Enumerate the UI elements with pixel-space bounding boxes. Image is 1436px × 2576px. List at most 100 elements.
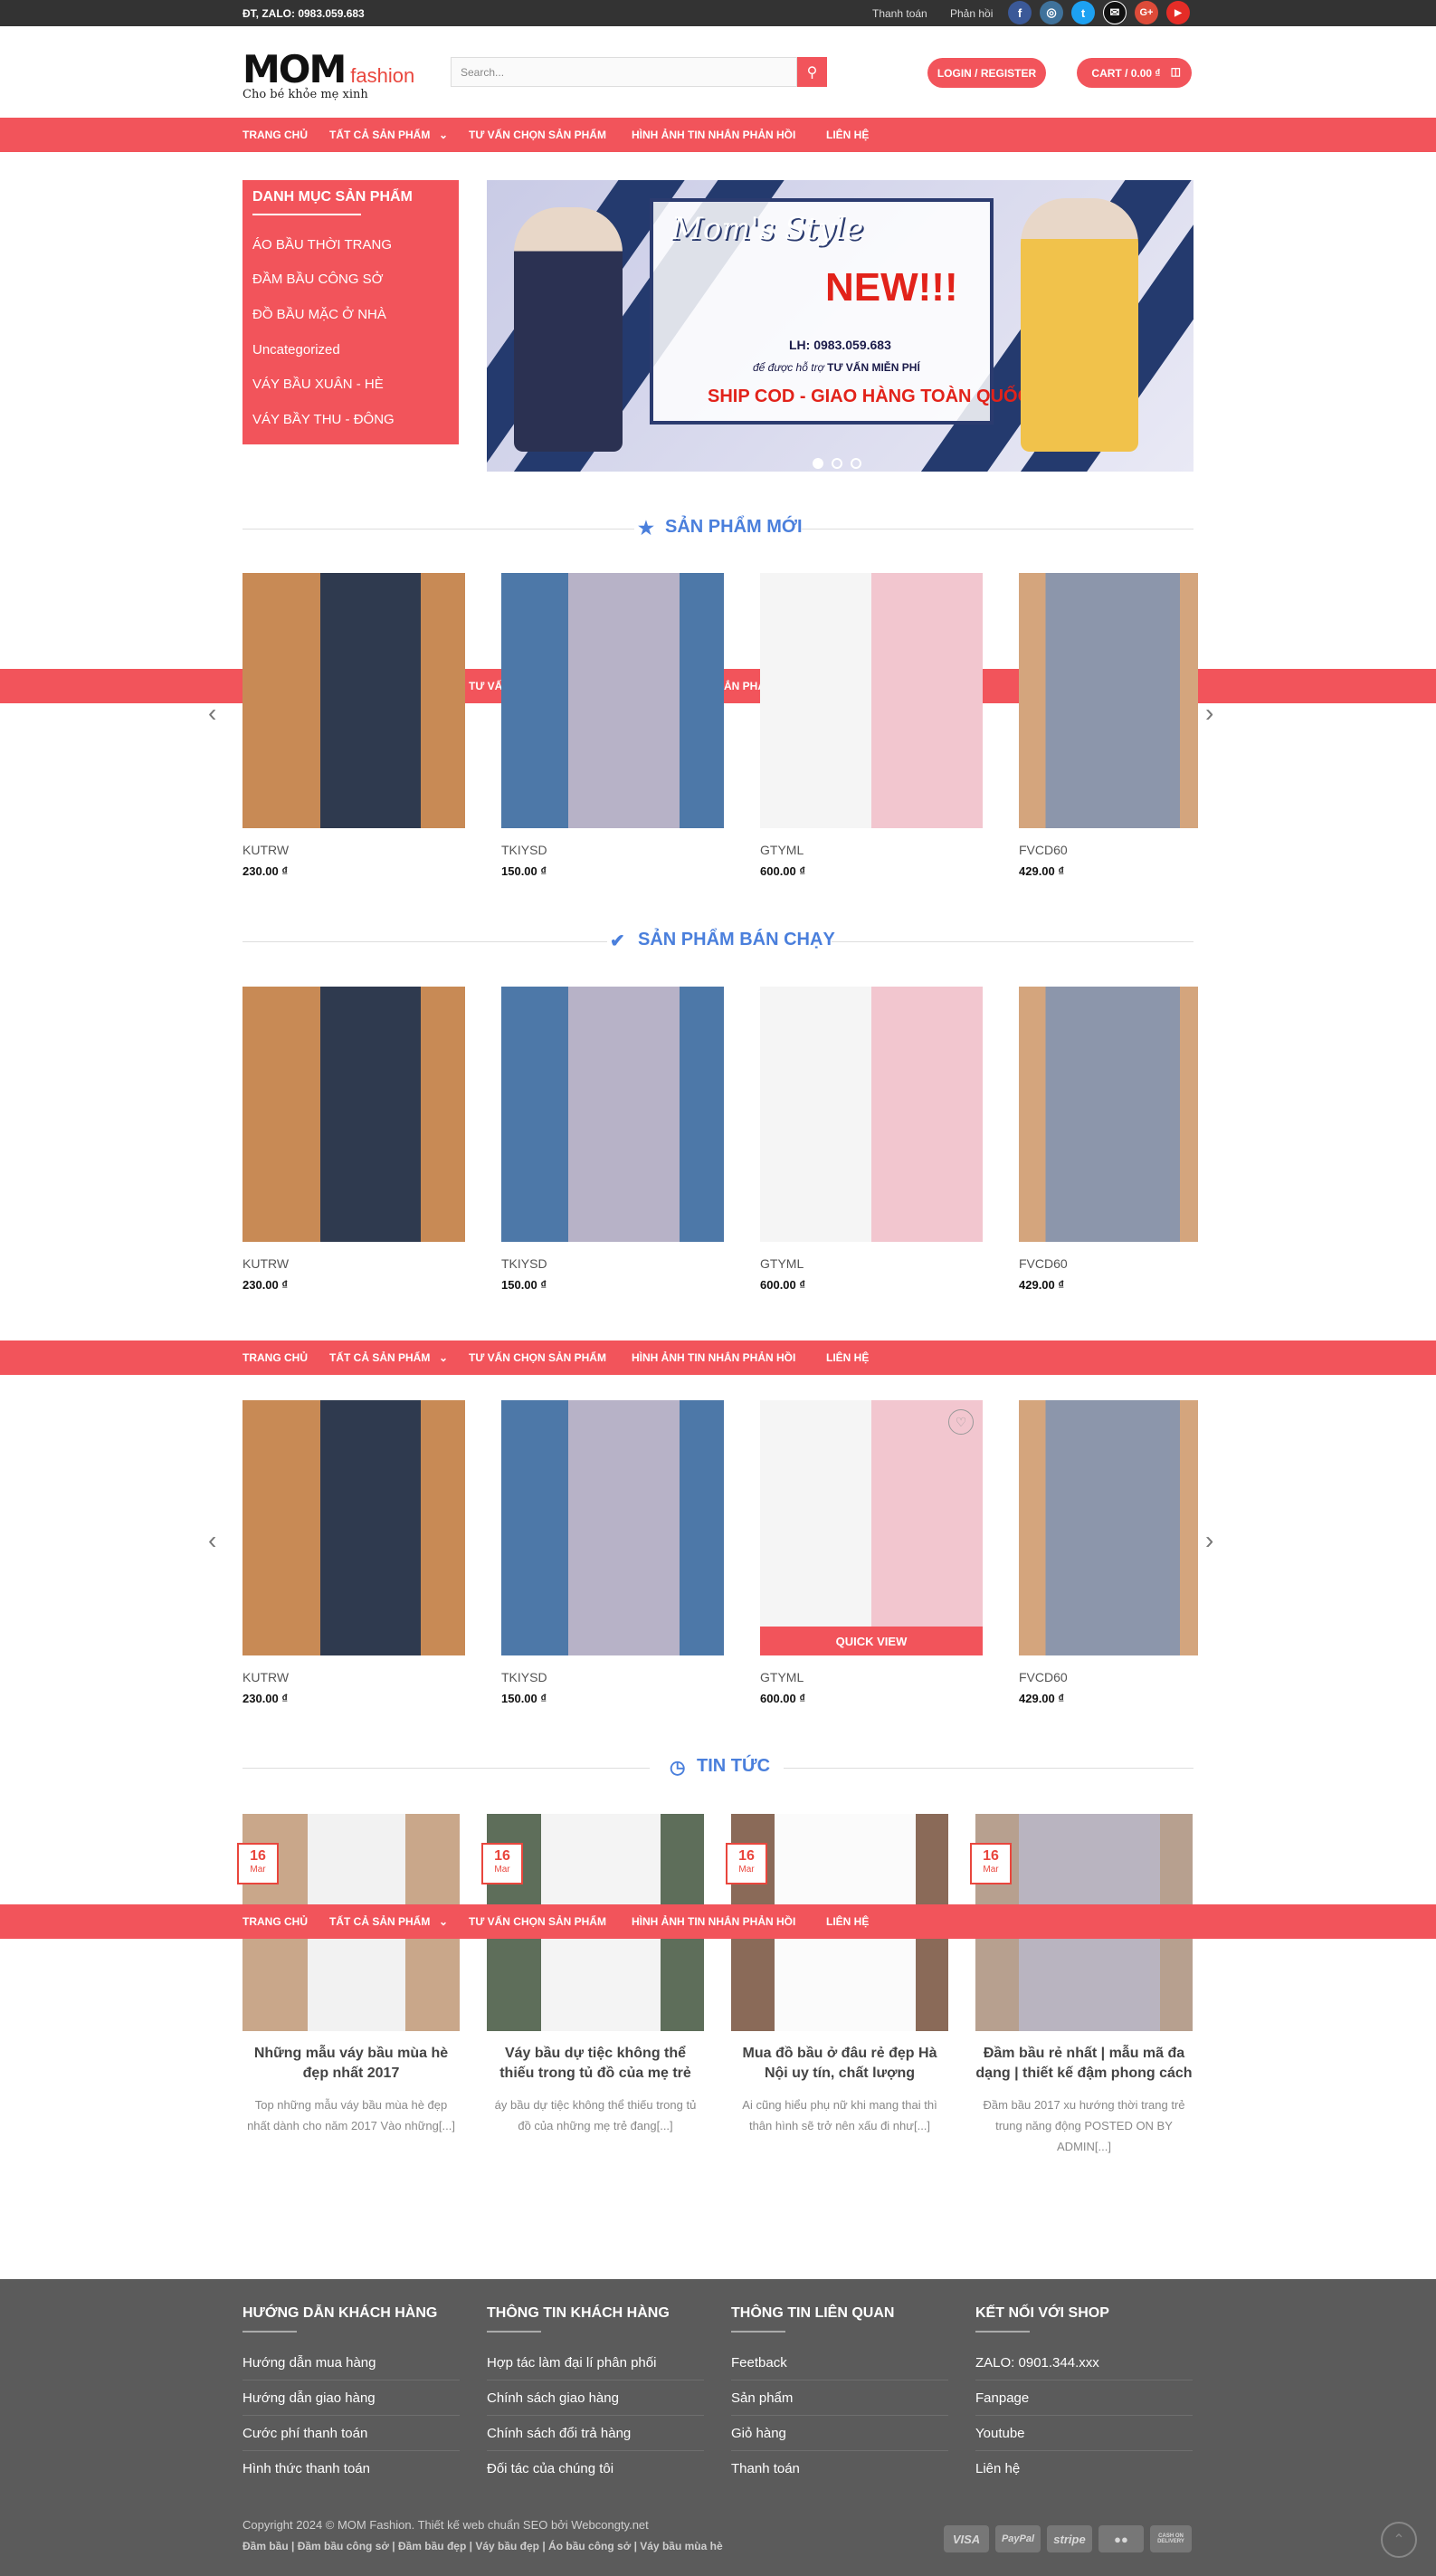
footer-keywords[interactable]: Đầm bầu | Đầm bầu công sở | Đầm bầu đẹp … [243, 2540, 723, 2552]
nav-home[interactable]: TRANG CHỦ [243, 1351, 308, 1364]
category-item[interactable]: Uncategorized [252, 342, 340, 358]
nav-all-products[interactable]: TẤT CẢ SẢN PHẨM [329, 1351, 430, 1364]
footer-link[interactable]: Fanpage [975, 2390, 1193, 2416]
category-item[interactable]: ĐỒ BẦU MẶC Ở NHÀ [252, 307, 386, 322]
product-image[interactable] [1019, 573, 1198, 828]
news-card[interactable]: 16 Mar Váy bầu dự tiệc không thể thiếu tr… [481, 1814, 704, 2136]
nav-advice[interactable]: TƯ VẤN CHỌN SẢN PHẨM [469, 1915, 606, 1928]
nav-home[interactable]: TRANG CHỦ [243, 129, 308, 141]
product-image[interactable] [760, 987, 983, 1242]
product-name[interactable]: KUTRW [243, 843, 465, 857]
site-logo[interactable]: MOM fashion Cho bé khỏe mẹ xinh [243, 47, 414, 101]
product-card[interactable]: KUTRW 230.00 ₫ [243, 1400, 465, 1705]
product-name[interactable]: TKIYSD [501, 1256, 724, 1271]
footer-link[interactable]: Youtube [975, 2426, 1193, 2451]
product-card[interactable]: KUTRW 230.00 ₫ [243, 573, 465, 878]
nav-contact[interactable]: LIÊN HỆ [826, 1915, 869, 1928]
footer-link[interactable]: Giỏ hàng [731, 2426, 948, 2451]
product-image[interactable] [501, 987, 724, 1242]
news-title[interactable]: Đầm bầu rẻ nhất | mẫu mã đa dạng | thiết… [975, 2044, 1193, 2084]
footer-link[interactable]: Sản phẩm [731, 2390, 948, 2416]
youtube-icon[interactable]: ▶ [1166, 1, 1190, 24]
footer-link[interactable]: Feetback [731, 2355, 948, 2380]
product-name[interactable]: TKIYSD [501, 843, 724, 857]
product-image[interactable] [501, 1400, 724, 1655]
heart-icon[interactable]: ♡ [948, 1409, 974, 1435]
product-card[interactable]: TKIYSD 150.00 ₫ [501, 987, 724, 1292]
slider-dots[interactable] [813, 457, 870, 472]
product-name[interactable]: FVCD60 [1019, 1256, 1198, 1271]
news-title[interactable]: Những mẫu váy bầu mùa hè đẹp nhất 2017 [243, 2044, 460, 2084]
nav-contact[interactable]: LIÊN HỆ [826, 129, 869, 141]
news-title[interactable]: Váy bầu dự tiệc không thể thiếu trong tủ… [487, 2044, 704, 2084]
product-image[interactable] [243, 573, 465, 828]
footer-link[interactable]: Chính sách giao hàng [487, 2390, 704, 2416]
quick-view-button[interactable]: QUICK VIEW [760, 1627, 983, 1655]
product-name[interactable]: GTYML [760, 1670, 983, 1684]
news-title[interactable]: Mua đồ bầu ở đâu rẻ đẹp Hà Nội uy tín, c… [731, 2044, 948, 2084]
footer-link[interactable]: ZALO: 0901.344.xxx [975, 2355, 1193, 2380]
category-item[interactable]: ÁO BẦU THỜI TRANG [252, 237, 392, 253]
nav-feedback-images[interactable]: HÌNH ẢNH TIN NHẮN PHẢN HỒI [632, 1351, 795, 1364]
nav-advice[interactable]: TƯ VẤN CHỌN SẢN PHẨM [469, 129, 606, 141]
product-image[interactable]: ♡ QUICK VIEW [760, 1400, 983, 1655]
footer-link[interactable]: Thanh toán [731, 2461, 948, 2485]
nav-home[interactable]: TRANG CHỦ [243, 1915, 308, 1928]
product-name[interactable]: TKIYSD [501, 1670, 724, 1684]
product-image[interactable] [501, 573, 724, 828]
product-name[interactable]: KUTRW [243, 1670, 465, 1684]
product-card[interactable]: KUTRW 230.00 ₫ [243, 987, 465, 1292]
footer-link[interactable]: Hợp tác làm đại lí phân phối [487, 2355, 704, 2380]
news-card[interactable]: 16 Mar Mua đồ bầu ở đâu rẻ đẹp Hà Nội uy … [726, 1814, 948, 2136]
instagram-icon[interactable]: ◎ [1040, 1, 1063, 24]
product-card[interactable]: FVCD60 429.00 ₫ [1019, 1400, 1198, 1705]
product-image[interactable] [243, 987, 465, 1242]
news-card[interactable]: 16 Mar Những mẫu váy bầu mùa hè đẹp nhất … [237, 1814, 460, 2136]
chevron-left-icon[interactable]: ‹ [208, 1526, 216, 1555]
footer-link[interactable]: Cước phí thanh toán [243, 2426, 460, 2451]
category-item[interactable]: VÁY BẦY THU - ĐÔNG [252, 412, 395, 427]
product-image[interactable] [760, 573, 983, 828]
hero-banner[interactable]: Mom's Style NEW!!! LH: 0983.059.683 để đ… [487, 180, 1193, 472]
product-image[interactable] [243, 1400, 465, 1655]
product-card[interactable]: ♡ QUICK VIEW GTYML 600.00 ₫ [760, 1400, 983, 1705]
cart-button[interactable]: CART / 0.00 ₫ ◫ [1077, 58, 1192, 88]
feedback-link[interactable]: Phản hồi [950, 7, 993, 20]
product-image[interactable] [1019, 1400, 1198, 1655]
product-card[interactable]: TKIYSD 150.00 ₫ [501, 1400, 724, 1705]
search-input[interactable]: Search... [451, 57, 797, 87]
email-icon[interactable]: ✉ [1103, 1, 1127, 24]
footer-link[interactable]: Liên hệ [975, 2461, 1193, 2485]
footer-link[interactable]: Chính sách đổi trả hàng [487, 2426, 704, 2451]
nav-advice[interactable]: TƯ VẤN CHỌN SẢN PHẨM [469, 1351, 606, 1364]
google-plus-icon[interactable]: G+ [1135, 1, 1158, 24]
news-card[interactable]: 16 Mar Đầm bầu rẻ nhất | mẫu mã đa dạng |… [970, 1814, 1193, 2157]
footer-link[interactable]: Hướng dẫn mua hàng [243, 2355, 460, 2380]
back-to-top-button[interactable]: ⌃ [1381, 2522, 1417, 2558]
product-card[interactable]: TKIYSD 150.00 ₫ [501, 573, 724, 878]
footer-link[interactable]: Đối tác của chúng tôi [487, 2461, 704, 2485]
twitter-icon[interactable]: t [1071, 1, 1095, 24]
product-card[interactable]: GTYML 600.00 ₫ [760, 987, 983, 1292]
facebook-icon[interactable]: f [1008, 1, 1032, 24]
login-register-button[interactable]: LOGIN / REGISTER [927, 58, 1046, 88]
nav-all-products[interactable]: TẤT CẢ SẢN PHẨM [329, 129, 430, 141]
product-card[interactable]: FVCD60 429.00 ₫ [1019, 573, 1198, 878]
product-image[interactable] [1019, 987, 1198, 1242]
chevron-right-icon[interactable]: › [1205, 1526, 1213, 1555]
footer-link[interactable]: Hướng dẫn giao hàng [243, 2390, 460, 2416]
product-name[interactable]: FVCD60 [1019, 843, 1198, 857]
product-name[interactable]: KUTRW [243, 1256, 465, 1271]
footer-link[interactable]: Hình thức thanh toán [243, 2461, 460, 2485]
category-item[interactable]: VÁY BẦU XUÂN - HÈ [252, 377, 384, 392]
nav-feedback-images[interactable]: HÌNH ẢNH TIN NHẮN PHẢN HỒI [632, 129, 795, 141]
product-name[interactable]: GTYML [760, 1256, 983, 1271]
product-name[interactable]: GTYML [760, 843, 983, 857]
category-item[interactable]: ĐẦM BẦU CÔNG SỞ [252, 272, 384, 287]
nav-all-products[interactable]: TẤT CẢ SẢN PHẨM [329, 1915, 430, 1928]
product-card[interactable]: GTYML 600.00 ₫ [760, 573, 983, 878]
chevron-left-icon[interactable]: ‹ [208, 699, 216, 728]
search-button[interactable]: ⚲ [797, 57, 827, 87]
product-name[interactable]: FVCD60 [1019, 1670, 1198, 1684]
product-card[interactable]: FVCD60 429.00 ₫ [1019, 987, 1198, 1292]
